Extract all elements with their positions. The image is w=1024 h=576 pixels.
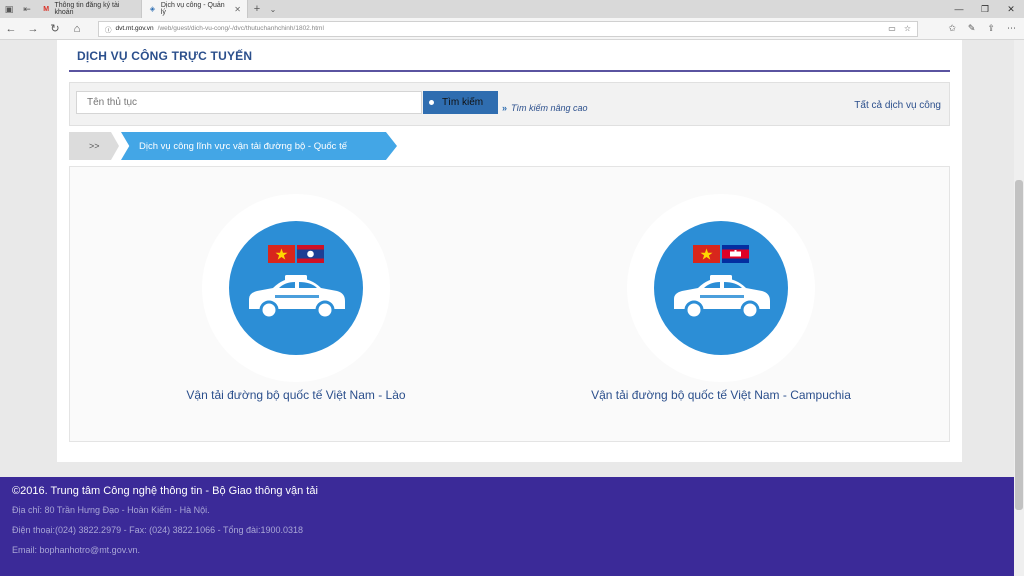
info-icon[interactable]: ⓘ (105, 24, 112, 34)
vietnam-flag (268, 245, 295, 263)
search-input[interactable] (76, 91, 422, 114)
title-divider (69, 70, 950, 72)
forward-icon[interactable]: → (22, 23, 44, 35)
site-icon: ◈ (149, 6, 156, 13)
close-window-icon[interactable]: ✕ (998, 4, 1024, 15)
footer-copyright: ©2016. Trung tâm Công nghệ thông tin - B… (12, 485, 318, 497)
window-controls: — ❐ ✕ (946, 4, 1024, 15)
service-card-vietnam-cambodia[interactable]: Vận tải đường bộ quốc tế Việt Nam - Camp… (530, 167, 930, 443)
search-panel: Tìm kiếm » Tìm kiếm nâng cao Tất cả dịch… (69, 82, 950, 126)
search-button-label: Tìm kiếm (442, 97, 484, 108)
chevron-down-icon[interactable]: ⌄ (266, 5, 280, 14)
browser-tab-bar: ▣ ⇤ M Thông tin đăng ký tài khoản ◈ Dịch… (0, 0, 1024, 18)
breadcrumb: >> Dịch vụ công lĩnh vực vận tải đường b… (69, 132, 950, 160)
vietnam-flag (693, 245, 720, 263)
laos-flag (297, 245, 324, 263)
tab-title: Dịch vụ công - Quản lý (160, 2, 225, 16)
all-services-link[interactable]: Tất cả dịch vụ công (854, 100, 941, 111)
page-title: DỊCH VỤ CÔNG TRỰC TUYẾN (77, 49, 253, 63)
site-footer: ©2016. Trung tâm Công nghệ thông tin - B… (0, 477, 1014, 576)
search-dot-icon (429, 100, 434, 105)
taxi-icon (674, 275, 770, 320)
more-icon[interactable]: ⋯ (1007, 23, 1016, 34)
cambodia-flag (722, 245, 749, 263)
url-host: dvt.mt.gov.vn (115, 25, 154, 32)
breadcrumb-current[interactable]: Dịch vụ công lĩnh vực vận tải đường bộ -… (121, 132, 397, 160)
notes-icon[interactable]: ✎ (968, 23, 976, 34)
browser-tab-1[interactable]: M Thông tin đăng ký tài khoản (36, 0, 142, 18)
home-icon[interactable]: ⌂ (66, 23, 88, 35)
close-icon[interactable]: ✕ (234, 5, 241, 14)
search-button[interactable]: Tìm kiếm (423, 91, 498, 114)
back-icon[interactable]: ← (0, 23, 22, 35)
main-content: DỊCH VỤ CÔNG TRỰC TUYẾN Tìm kiếm » Tìm k… (57, 40, 962, 462)
breadcrumb-home[interactable]: >> (69, 132, 119, 160)
footer-address: Địa chỉ: 80 Trần Hưng Đạo - Hoàn Kiếm - … (12, 505, 210, 515)
page-scrollbar[interactable] (1014, 40, 1024, 576)
gmail-icon: M (43, 5, 50, 13)
back-tabs-icon[interactable]: ⇤ (18, 0, 36, 18)
favorites-icon[interactable]: ✩ (948, 23, 956, 34)
reading-view-icon[interactable]: ▭ (888, 24, 896, 33)
refresh-icon[interactable]: ↻ (44, 22, 66, 35)
browser-tab-2[interactable]: ◈ Dịch vụ công - Quản lý ✕ (142, 0, 248, 18)
advanced-search-label: Tìm kiếm nâng cao (511, 103, 588, 113)
favorite-star-icon[interactable]: ☆ (904, 24, 911, 33)
browser-address-bar: ← → ↻ ⌂ ⓘ dvt.mt.gov.vn /web/guest/dich-… (0, 18, 1024, 40)
url-field[interactable]: ⓘ dvt.mt.gov.vn /web/guest/dich-vu-cong/… (98, 20, 918, 37)
footer-email[interactable]: Email: bophanhotro@mt.gov.vn. (12, 545, 1002, 555)
service-card-vietnam-laos[interactable]: Vận tải đường bộ quốc tế Việt Nam - Lào (105, 167, 505, 443)
share-icon[interactable]: ⇪ (987, 23, 995, 34)
minimize-icon[interactable]: — (946, 4, 972, 15)
tab-actions-icon[interactable]: ▣ (0, 0, 18, 18)
service-card-label[interactable]: Vận tải đường bộ quốc tế Việt Nam - Camp… (530, 388, 912, 402)
restore-icon[interactable]: ❐ (972, 4, 998, 15)
new-tab-icon[interactable]: + (248, 3, 266, 15)
footer-phone: Điện thoại:(024) 3822.2979 - Fax: (024) … (12, 525, 304, 535)
taxi-icon (249, 275, 345, 320)
url-path: /web/guest/dich-vu-cong/-/dvc/thutuchanh… (157, 25, 324, 32)
service-cards-panel: Vận tải đường bộ quốc tế Việt Nam - Lào (69, 166, 950, 442)
advanced-search-link[interactable]: » Tìm kiếm nâng cao (502, 103, 588, 113)
tab-title: Thông tin đăng ký tài khoản (54, 2, 120, 16)
double-chevron-icon: » (502, 103, 508, 113)
service-card-label[interactable]: Vận tải đường bộ quốc tế Việt Nam - Lào (105, 388, 487, 402)
scroll-thumb[interactable] (1015, 180, 1023, 510)
